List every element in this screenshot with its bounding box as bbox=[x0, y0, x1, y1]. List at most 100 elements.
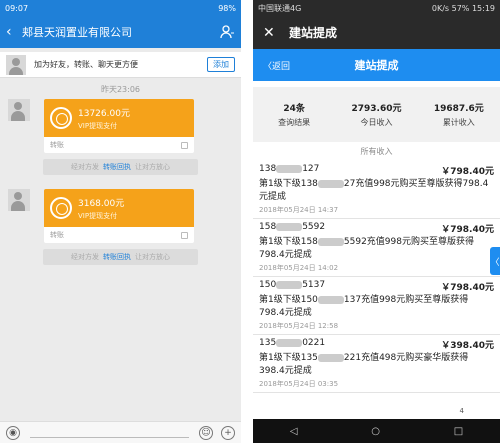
status-bar: 中国联通4G 0K/s 57% 15:19 bbox=[253, 0, 500, 16]
notice-text: 经对方发 bbox=[71, 253, 99, 261]
battery-level: 57% bbox=[451, 3, 470, 13]
masked-digits bbox=[317, 295, 344, 304]
record-description: 第1级下级158 5592充值998元购买至尊版获得798.4元提成 bbox=[259, 236, 494, 262]
transfer-subtitle: VIP提现支付 bbox=[78, 211, 118, 220]
record-description: 第1级下级135 221充值498元购买豪华版获得398.4元提成 bbox=[259, 352, 494, 378]
status-bar: 09:07 98% bbox=[0, 0, 241, 16]
add-friend-text: 加为好友，转账、聊天更方便 bbox=[34, 60, 138, 69]
back-triangle-icon[interactable]: ◁ bbox=[290, 426, 298, 437]
stat-label: 查询结果 bbox=[278, 118, 311, 127]
record-amount: ￥798.40元 bbox=[441, 225, 494, 235]
masked-digits bbox=[276, 338, 303, 347]
avatar[interactable] bbox=[8, 189, 30, 211]
masked-digits bbox=[276, 222, 303, 231]
back-button[interactable]: 〈返回 bbox=[263, 59, 290, 72]
record-phone: 138 127 bbox=[259, 164, 319, 177]
recents-square-icon[interactable]: □ bbox=[454, 426, 463, 437]
transfer-amount: 13726.00元 bbox=[78, 108, 130, 119]
transfer-coin-icon bbox=[50, 197, 72, 219]
stat-value: 19687.6元 bbox=[433, 104, 484, 114]
record-amount: ￥398.40元 bbox=[441, 341, 494, 351]
chat-timestamp: 昨天23:06 bbox=[100, 85, 141, 94]
page-title: 建站提成 bbox=[289, 26, 338, 40]
nav-bar: 〈返回 建站提成 bbox=[253, 49, 500, 81]
right-phone-screen: 中国联通4G 0K/s 57% 15:19 ✕ 建站提成 〈返回 建站提成 24… bbox=[253, 0, 500, 443]
phone-suffix: 5592 bbox=[302, 222, 326, 232]
stat-results: 24条 查询结果 bbox=[253, 101, 335, 128]
chevron-left-icon[interactable]: ‹ bbox=[6, 24, 22, 40]
transfer-message: 3168.00元 VIP提现支付 转账 bbox=[0, 189, 241, 243]
record-phone: 150 5137 bbox=[259, 280, 325, 293]
status-time: 15:19 bbox=[471, 3, 495, 13]
notice-text: 让对方放心 bbox=[135, 253, 170, 261]
phone-prefix: 138 bbox=[259, 164, 277, 174]
receipt-link[interactable]: 转账回执 bbox=[103, 163, 131, 171]
stat-label: 累计收入 bbox=[442, 118, 475, 127]
record-amount: ￥798.40元 bbox=[441, 167, 494, 177]
stat-today: 2793.60元 今日收入 bbox=[335, 101, 417, 128]
record-description: 第1级下级138 27充值998元购买至尊版获得798.4元提成 bbox=[259, 178, 494, 204]
transfer-message: 13726.00元 VIP提现支付 转账 bbox=[0, 99, 241, 153]
transfer-app-icon bbox=[181, 141, 188, 149]
home-circle-icon[interactable]: ○ bbox=[371, 426, 380, 437]
notice-text: 经对方发 bbox=[71, 163, 99, 171]
message-input[interactable] bbox=[30, 437, 189, 438]
desc-prefix: 第1级下级150 bbox=[259, 295, 318, 305]
record-amount: ￥798.40元 bbox=[441, 283, 494, 293]
network-speed: 0K/s bbox=[431, 3, 450, 13]
person-icon[interactable] bbox=[219, 24, 235, 40]
record-time: 2018年05月24日 03:35 bbox=[259, 380, 339, 388]
record-description: 第1级下级150 137充值998元购买至尊版获得798.4元提成 bbox=[259, 294, 494, 320]
masked-digits bbox=[317, 179, 344, 188]
chat-header: ‹ 郏县天润置业有限公司 bbox=[0, 16, 241, 48]
add-friend-button[interactable]: 添加 bbox=[207, 57, 235, 72]
income-record[interactable]: 138 127 ￥798.40元 第1级下级138 27充值998元购买至尊版获得7… bbox=[253, 161, 500, 219]
stat-value: 24条 bbox=[283, 104, 305, 114]
income-record[interactable]: 135 0221 ￥398.40元 第1级下级135 221充值498元购买豪华版获… bbox=[253, 335, 500, 393]
income-record[interactable]: 150 5137 ￥798.40元 第1级下级150 137充值998元购买至尊版获… bbox=[253, 277, 500, 335]
status-time: 09:07 bbox=[5, 3, 29, 13]
system-notice: 经对方发 转账回执 让对方放心 bbox=[43, 249, 198, 265]
transfer-amount: 3168.00元 bbox=[78, 198, 125, 209]
webview-title-bar: ✕ 建站提成 bbox=[253, 16, 500, 49]
stat-total: 19687.6元 累计收入 bbox=[418, 101, 500, 128]
phone-prefix: 150 bbox=[259, 280, 277, 290]
desc-prefix: 第1级下级138 bbox=[259, 179, 318, 189]
record-phone: 135 0221 bbox=[259, 338, 325, 351]
avatar[interactable] bbox=[8, 99, 30, 121]
system-notice: 经对方发 转账回执 让对方放心 bbox=[43, 159, 198, 175]
side-drawer-tab[interactable]: 〈 bbox=[490, 247, 500, 275]
transfer-card[interactable]: 3168.00元 VIP提现支付 转账 bbox=[44, 189, 194, 243]
phone-suffix: 127 bbox=[302, 164, 320, 174]
record-time: 2018年05月24日 14:02 bbox=[259, 264, 339, 272]
phone-suffix: 5137 bbox=[302, 280, 326, 290]
battery-level: 98% bbox=[218, 3, 236, 13]
stat-value: 2793.60元 bbox=[351, 104, 402, 114]
plus-icon[interactable]: + bbox=[221, 425, 235, 440]
chat-title: 郏县天润置业有限公司 bbox=[22, 26, 132, 39]
transfer-card[interactable]: 13726.00元 VIP提现支付 转账 bbox=[44, 99, 194, 153]
income-record[interactable]: 158 5592 ￥798.40元 第1级下级158 5592充值998元购买至尊版… bbox=[253, 219, 500, 277]
masked-digits bbox=[317, 237, 344, 246]
avatar bbox=[6, 54, 26, 75]
record-time: 2018年05月24日 12:58 bbox=[259, 322, 339, 330]
record-time: 2018年05月24日 14:37 bbox=[259, 206, 339, 214]
left-phone-screen: 09:07 98% ‹ 郏县天润置业有限公司 加为好友，转账、聊天更方便 添加 … bbox=[0, 0, 241, 443]
chat-input-bar: ◉ ☺ + bbox=[0, 421, 241, 443]
emoji-icon[interactable]: ☺ bbox=[199, 425, 213, 440]
masked-digits bbox=[276, 164, 303, 173]
transfer-footer: 转账 bbox=[50, 231, 64, 239]
transfer-app-icon bbox=[181, 231, 188, 239]
page-hint: 4 bbox=[459, 407, 464, 415]
desc-prefix: 第1级下级158 bbox=[259, 237, 318, 247]
phone-suffix: 0221 bbox=[302, 338, 326, 348]
transfer-subtitle: VIP提现支付 bbox=[78, 121, 118, 130]
voice-icon[interactable]: ◉ bbox=[6, 425, 20, 440]
receipt-link[interactable]: 转账回执 bbox=[103, 253, 131, 261]
notice-text: 让对方放心 bbox=[135, 163, 170, 171]
android-nav-bar: ◁ ○ □ bbox=[253, 419, 500, 443]
close-icon[interactable]: ✕ bbox=[263, 25, 289, 41]
transfer-coin-icon bbox=[50, 107, 72, 129]
section-heading: 所有收入 bbox=[360, 147, 393, 156]
stat-label: 今日收入 bbox=[360, 118, 393, 127]
